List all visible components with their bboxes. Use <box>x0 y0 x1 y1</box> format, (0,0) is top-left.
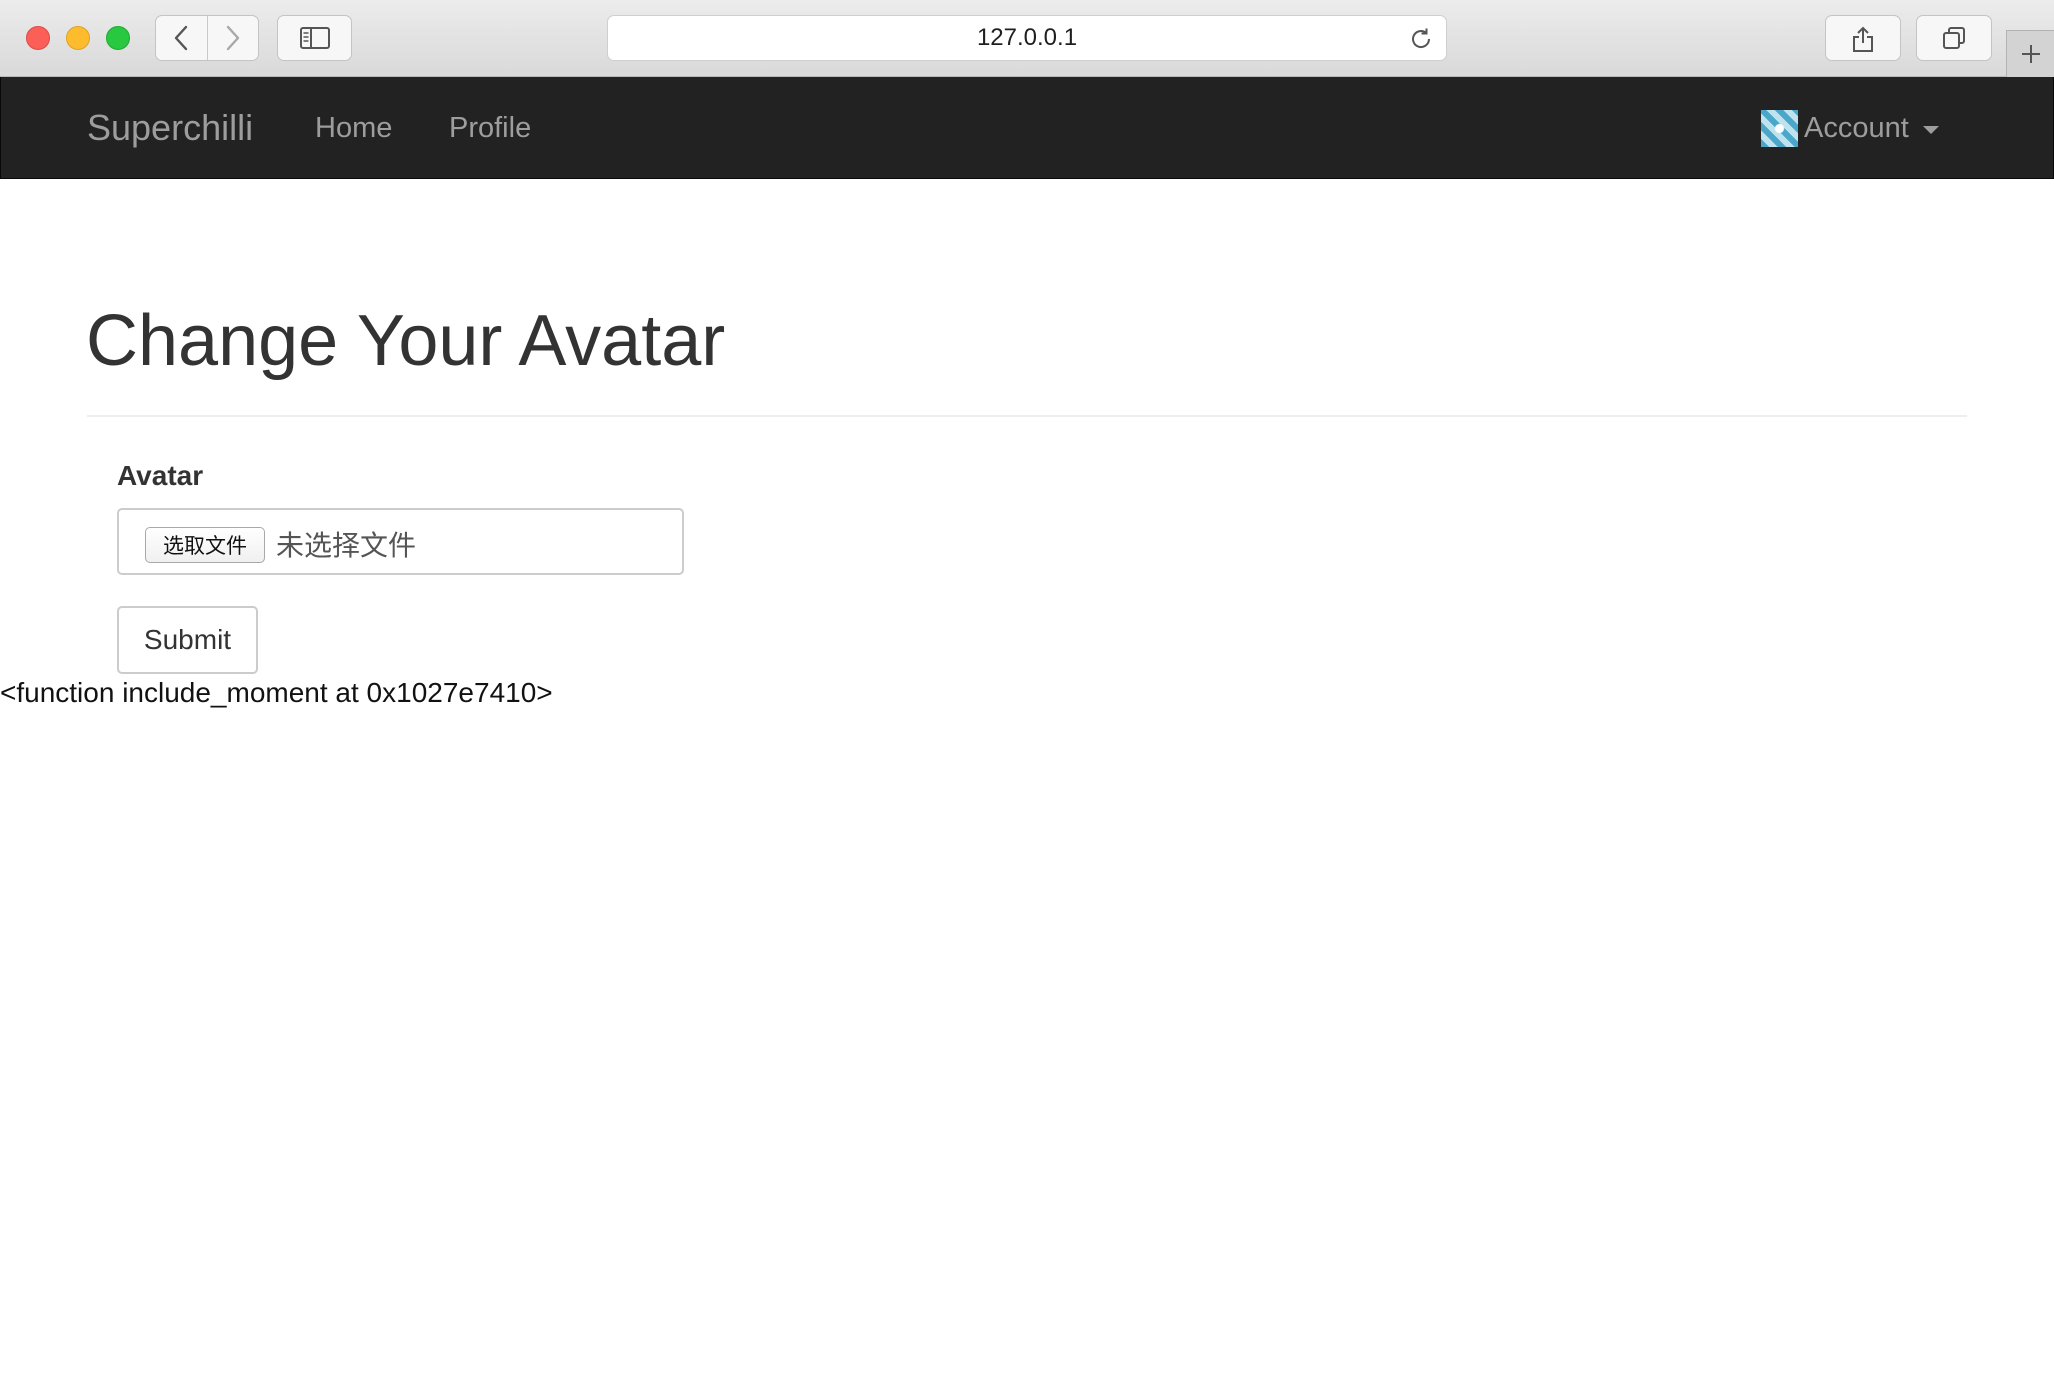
minimize-window-icon[interactable] <box>66 26 90 50</box>
reload-icon <box>1412 28 1431 48</box>
nav-profile-link[interactable]: Profile <box>449 77 531 179</box>
avatar-field-label: Avatar <box>117 460 204 491</box>
back-button[interactable] <box>156 16 207 60</box>
sidebar-button[interactable] <box>277 15 352 61</box>
sidebar-icon <box>299 27 330 49</box>
zoom-window-icon[interactable] <box>106 26 130 50</box>
reload-button[interactable] <box>1408 26 1434 52</box>
account-dropdown[interactable]: Account <box>1761 77 1939 179</box>
address-bar[interactable]: 127.0.0.1 <box>607 15 1447 61</box>
forward-button[interactable] <box>206 16 258 60</box>
caret-down-icon <box>1922 125 1939 134</box>
share-button[interactable] <box>1825 15 1901 61</box>
page-title: Change Your Avatar <box>86 301 726 381</box>
chevron-right-icon <box>226 25 240 51</box>
debug-output: <function include_moment at 0x1027e7410> <box>0 677 553 708</box>
file-status-text: 未选择文件 <box>276 530 417 561</box>
header-divider <box>87 415 1967 417</box>
tabs-icon <box>1943 27 1965 49</box>
nav-home-link[interactable]: Home <box>315 77 392 179</box>
address-text: 127.0.0.1 <box>976 24 1078 51</box>
account-label: Account <box>1804 111 1909 144</box>
avatar <box>1761 109 1798 147</box>
submit-button[interactable]: Submit <box>117 606 258 674</box>
new-tab-button[interactable] <box>2006 30 2054 77</box>
share-icon <box>1853 26 1873 52</box>
choose-file-button[interactable]: 选取文件 <box>145 527 265 563</box>
brand-link[interactable]: Superchilli <box>87 77 253 179</box>
chevron-left-icon <box>175 25 188 51</box>
avatar-file-input[interactable]: 选取文件 未选择文件 <box>117 508 684 575</box>
site-navbar: Superchilli Home Profile Account <box>0 77 2054 179</box>
history-navigation <box>155 15 259 61</box>
close-window-icon[interactable] <box>26 26 50 50</box>
show-tabs-button[interactable] <box>1916 15 1992 61</box>
browser-toolbar: 127.0.0.1 <box>0 0 2054 77</box>
plus-icon <box>2021 45 2040 63</box>
